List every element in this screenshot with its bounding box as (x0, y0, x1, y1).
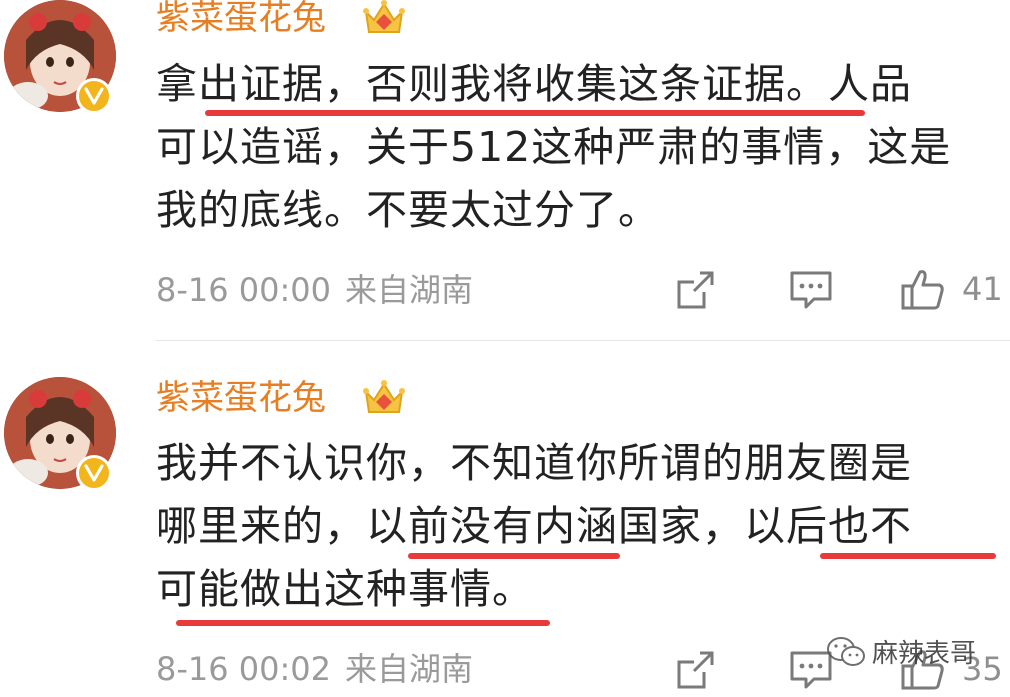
verified-v-icon (76, 78, 112, 114)
highlight-underline (176, 620, 550, 626)
comment-text: 我并不认识你，不知道你所谓的朋友圈是 哪里来的，以前没有内涵国家，以后也不 可能… (156, 432, 1006, 621)
comment-line: 拿出证据，否则我将收集这条证据。人品 (156, 60, 912, 108)
watermark-text: 麻辣表哥 (872, 639, 977, 669)
post-meta: 8-16 00:02 来自湖南 (156, 649, 473, 689)
highlight-underline (205, 110, 865, 116)
share-icon (677, 271, 714, 309)
like-count: 41 (962, 270, 1003, 308)
comment-text: 拿出证据，否则我将收集这条证据。人品 可以造谣，关于512这种严肃的事情，这是 … (156, 53, 1006, 242)
comment-icon (790, 271, 832, 309)
share-button[interactable] (674, 268, 718, 312)
verified-v-icon (76, 455, 112, 491)
comment-line: 可能做出这种事情。 (156, 565, 534, 613)
highlight-underline (408, 553, 620, 559)
username[interactable]: 紫菜蛋花兔 (156, 378, 326, 418)
comment-line: 我的底线。不要太过分了。 (156, 186, 660, 234)
crown-icon (363, 380, 405, 413)
share-button[interactable] (674, 648, 718, 692)
highlight-underline (820, 553, 996, 559)
comment-line: 哪里来的，以前没有内涵国家，以后也不 (156, 502, 912, 550)
comment-button[interactable] (788, 268, 834, 312)
watermark: 麻辣表哥 (826, 633, 976, 670)
wechat-logo-icon (827, 636, 865, 666)
divider (156, 340, 1010, 341)
post-source: 来自湖南 (345, 271, 474, 309)
post-meta: 8-16 00:00 来自湖南 (156, 270, 473, 310)
post-time: 8-16 00:00 (156, 271, 332, 309)
comment-line: 可以造谣，关于512这种严肃的事情，这是 (156, 123, 952, 171)
post-time: 8-16 00:02 (156, 650, 332, 688)
username[interactable]: 紫菜蛋花兔 (156, 0, 326, 38)
like-button[interactable]: 41 (900, 266, 1003, 312)
comment-line: 我并不认识你，不知道你所谓的朋友圈是 (156, 439, 912, 487)
post-source: 来自湖南 (345, 650, 474, 688)
crown-icon (363, 0, 405, 33)
thumbs-up-icon (901, 270, 944, 310)
share-icon (677, 651, 714, 689)
